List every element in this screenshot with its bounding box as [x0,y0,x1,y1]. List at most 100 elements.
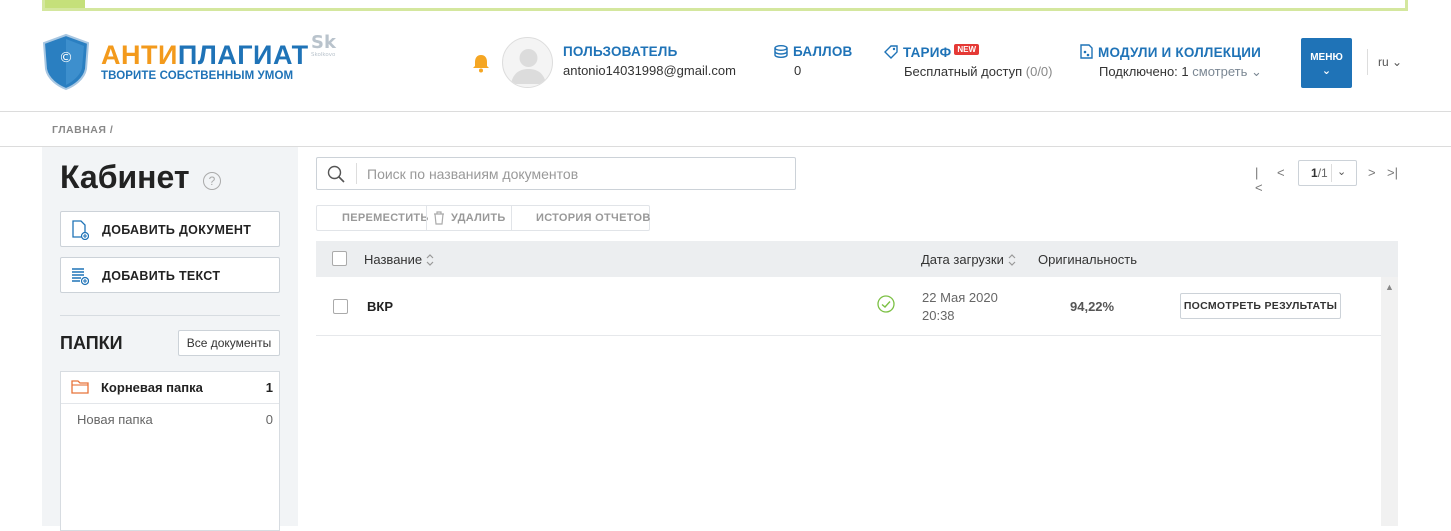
last-page-icon[interactable]: >| [1387,165,1398,180]
tag-icon [884,45,898,59]
trash-icon[interactable] [433,211,445,225]
breadcrumb-separator: / [109,124,114,136]
column-date-label: Дата загрузки [921,252,1004,267]
sort-icon[interactable] [426,253,434,267]
modules-block[interactable]: МОДУЛИ И КОЛЛЕКЦИИ Подключено: 1 смотрет… [1080,44,1262,80]
check-circle-icon [877,295,895,313]
folder-list: Корневая папка 1 Новая папка 0 [60,371,280,531]
modules-view-link[interactable]: смотреть [1192,64,1247,79]
page-title: Кабинет [60,159,190,195]
chevron-down-icon: ⌄ [1321,65,1332,77]
language-selector[interactable]: ru ⌄ [1378,55,1402,69]
header: © АНТИПЛАГИАТ ТВОРИТЕ СОБСТВЕННЫМ УМОМ S… [0,11,1451,112]
divider [356,163,357,184]
menu-label: МЕНЮ [1310,52,1343,63]
column-originality-header: Оригинальность [1038,252,1138,267]
delete-button[interactable]: УДАЛИТЬ [451,212,506,224]
modules-label: МОДУЛИ И КОЛЛЕКЦИИ [1098,45,1262,60]
folder-name: Новая папка [77,412,153,427]
top-progress-bar [42,0,1408,11]
upload-date-time: 20:38 [922,308,955,323]
search-box[interactable] [316,157,796,190]
brand-logo[interactable]: АНТИПЛАГИАТ ТВОРИТЕ СОБСТВЕННЫМ УМОМ [101,41,309,82]
all-documents-button[interactable]: Все документы [178,330,280,356]
balls-value: 0 [794,63,802,78]
column-date-header[interactable]: Дата загрузки [921,252,1016,267]
new-badge: NEW [954,44,980,55]
upload-date: 22 Мая 2020 20:38 [922,289,998,325]
menu-button[interactable]: МЕНЮ ⌄ [1301,38,1352,88]
svg-text:Sk: Sk [311,32,337,53]
scrollbar[interactable]: ▲ [1381,277,1398,526]
divider [60,315,280,316]
page-select[interactable]: 1/1 ⌄ [1298,160,1357,186]
brand-subtitle: ТВОРИТЕ СОБСТВЕННЫМ УМОМ [101,70,294,82]
folder-count: 0 [265,412,273,427]
balls-label: БАЛЛОВ [793,44,853,59]
chevron-down-icon: ⌄ [1337,166,1347,178]
avatar[interactable] [502,37,553,88]
add-text-button[interactable]: ДОБАВИТЬ ТЕКСТ [60,257,280,293]
progress-indicator [45,0,85,8]
tarif-block[interactable]: ТАРИФ NEW Бесплатный доступ (0/0) [884,44,1053,79]
folder-name: Корневая папка [101,380,203,395]
folder-item-root[interactable]: Корневая папка 1 [61,372,279,404]
brand-title-part2: ПЛАГИАТ [177,40,309,70]
chevron-down-icon[interactable]: ⌄ [1247,64,1262,79]
breadcrumb-bar: ГЛАВНАЯ / [0,112,1451,147]
move-button[interactable]: ПЕРЕМЕСТИТЬ [342,212,429,224]
chevron-down-icon: ⌄ [1392,55,1403,69]
prev-page-icon[interactable]: < [1277,165,1285,180]
search-icon[interactable] [327,165,345,183]
history-button[interactable]: ИСТОРИЯ ОТЧЕТОВ [536,212,651,224]
bell-icon[interactable] [472,53,490,73]
breadcrumb: ГЛАВНАЯ / [52,124,113,136]
user-label[interactable]: ПОЛЬЗОВАТЕЛЬ [563,44,736,59]
page-current: 1 [1311,166,1318,180]
add-document-label: ДОБАВИТЬ ДОКУМЕНТ [102,223,252,237]
folder-icon [71,380,89,394]
next-page-icon[interactable]: > [1368,165,1376,180]
table-row[interactable]: ВКР 22 Мая 2020 20:38 94,22% ПОСМОТРЕТЬ Р… [316,277,1381,336]
modules-connected: Подключено: 1 [1099,64,1189,79]
breadcrumb-home[interactable]: ГЛАВНАЯ [52,124,106,136]
page-total: /1 [1317,166,1328,180]
bulk-actions: ПЕРЕМЕСТИТЬ УДАЛИТЬ ИСТОРИЯ ОТЧЕТОВ [316,205,650,231]
search-input[interactable] [367,164,777,184]
language-value: ru [1378,55,1389,69]
add-text-icon [72,268,89,286]
skolkovo-logo-icon: Sk Skolkovo [311,32,337,58]
modules-document-icon [1080,44,1093,59]
tarif-label: ТАРИФ [903,45,952,60]
folder-count: 1 [265,380,273,395]
svg-text:©: © [59,50,73,66]
originality-value: 94,22% [1070,299,1115,314]
column-name-header[interactable]: Название [364,252,434,267]
sort-icon[interactable] [1008,253,1016,267]
folders-title: ПАПКИ [60,333,123,353]
first-page-icon[interactable]: |< [1255,165,1263,195]
add-document-button[interactable]: ДОБАВИТЬ ДОКУМЕНТ [60,211,280,247]
user-silhouette-icon [511,49,546,84]
row-checkbox[interactable] [333,299,348,314]
upload-date-day: 22 Мая 2020 [922,290,998,305]
divider [1367,49,1368,75]
divider [1331,164,1332,182]
help-icon[interactable]: ? [203,172,221,190]
view-results-button[interactable]: ПОСМОТРЕТЬ РЕЗУЛЬТАТЫ [1180,293,1341,319]
document-name[interactable]: ВКР [367,299,393,314]
svg-text:Skolkovo: Skolkovo [311,52,336,58]
sidebar: Кабинет ? ДОБАВИТЬ ДОКУМЕНТ ДОБАВИТЬ ТЕК… [42,147,298,531]
add-document-icon [72,220,89,240]
folder-item-new[interactable]: Новая папка 0 [61,404,279,436]
select-all-checkbox[interactable] [332,251,347,266]
balls-block[interactable]: БАЛЛОВ 0 [774,44,853,78]
user-block[interactable]: ПОЛЬЗОВАТЕЛЬ antonio14031998@gmail.com [563,44,736,78]
shield-logo-icon[interactable]: © [42,33,90,91]
tarif-value: Бесплатный доступ [904,64,1023,79]
divider [426,206,427,230]
tarif-count: (0/0) [1025,64,1053,79]
user-email: antonio14031998@gmail.com [563,63,736,78]
scroll-up-icon[interactable]: ▲ [1385,282,1394,292]
coins-icon [774,45,788,58]
